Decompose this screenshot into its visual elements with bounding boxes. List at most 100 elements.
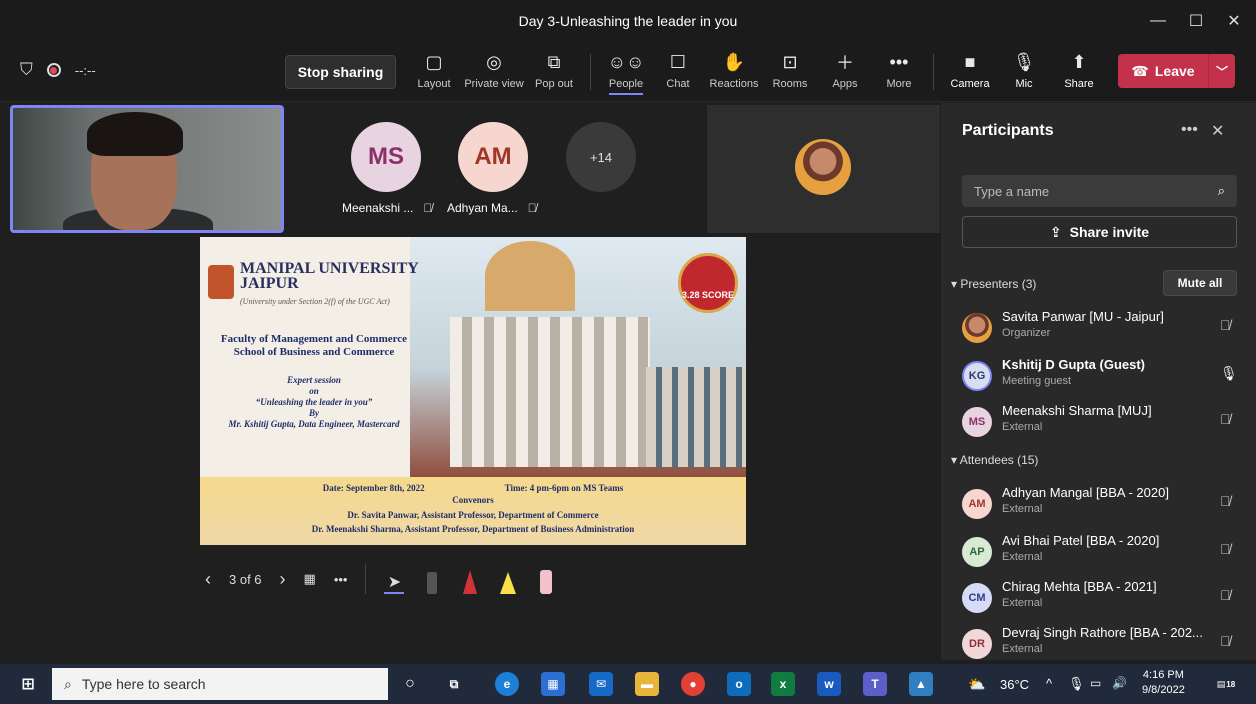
convenor-1: Dr. Savita Panwar, Assistant Professor, …: [347, 510, 599, 520]
university-building-image: 3.28 SCORE: [410, 237, 746, 477]
file-explorer-icon[interactable]: ▬: [635, 672, 659, 696]
participant-avatar-ms[interactable]: MS: [351, 122, 421, 192]
chevron-down-icon[interactable]: ﹀: [1209, 63, 1235, 80]
mic-icon: 🎙: [1220, 365, 1238, 381]
recording-icon: [46, 63, 61, 77]
camera-button[interactable]: ■ Camera: [950, 50, 990, 98]
more-button[interactable]: ••• More: [884, 50, 914, 98]
taskbar-search-input[interactable]: ⌕ Type here to search: [52, 668, 388, 700]
weather-temp[interactable]: 36°C: [1000, 677, 1029, 692]
teams-icon[interactable]: T: [863, 672, 887, 696]
share-invite-button[interactable]: ⇪ Share invite: [962, 216, 1237, 248]
private-view-button[interactable]: ◎ Private view: [464, 50, 524, 98]
more-icon: •••: [889, 51, 909, 72]
clock[interactable]: 4:16 PM 9/8/2022: [1142, 668, 1185, 698]
cortana-icon[interactable]: ○: [398, 672, 422, 696]
participant-row[interactable]: KG Kshitij D Gupta (Guest) Meeting guest…: [962, 357, 1242, 397]
participant-row[interactable]: Savita Panwar [MU - Jaipur] Organizer 🎙̸: [962, 309, 1242, 349]
mic-off-icon: 🎙: [1012, 51, 1036, 72]
chat-button[interactable]: ☐ Chat: [664, 50, 692, 98]
mute-all-button[interactable]: Mute all: [1163, 270, 1237, 296]
pointer-icon[interactable]: ➤: [384, 564, 405, 594]
building-wing: [646, 367, 746, 467]
red-pen-icon[interactable]: [460, 564, 480, 594]
network-icon[interactable]: ▭: [1090, 676, 1101, 690]
event-date: Date: September 8th, 2022: [322, 483, 425, 493]
convenors-heading: Convenors: [452, 495, 494, 505]
participant-row[interactable]: AP Avi Bhai Patel [BBA - 2020] External …: [962, 533, 1242, 573]
slide-grid-icon[interactable]: ▦: [304, 571, 316, 587]
chrome-icon[interactable]: ●: [681, 672, 705, 696]
mic-off-icon: 🎙̸: [1220, 493, 1231, 509]
rooms-button[interactable]: ⊡ Rooms: [772, 50, 808, 98]
attendees-section-header[interactable]: ▾ Attendees (15): [951, 453, 1038, 467]
meeting-timer: --:--: [74, 62, 96, 78]
stop-sharing-button[interactable]: Stop sharing: [285, 55, 396, 89]
notifications-icon[interactable]: ▤ 18: [1214, 672, 1238, 696]
close-icon[interactable]: ✕: [1211, 121, 1224, 141]
eraser-icon[interactable]: [536, 564, 556, 594]
leave-main[interactable]: ☎ Leave: [1118, 54, 1209, 88]
participant-row[interactable]: MS Meenakshi Sharma [MUJ] External 🎙̸: [962, 403, 1242, 443]
chevron-left-icon[interactable]: ‹: [205, 569, 211, 590]
meeting-toolbar: ⛉ --:-- Stop sharing ▢ Layout ◎ Private …: [0, 42, 1256, 102]
layout-button[interactable]: ▢ Layout: [415, 50, 453, 98]
apps-button[interactable]: ＋ Apps: [830, 50, 860, 98]
avatar: CM: [962, 583, 992, 613]
task-view-icon[interactable]: ⧉: [442, 672, 466, 696]
volume-icon[interactable]: 🔊: [1112, 676, 1127, 690]
word-icon[interactable]: w: [817, 672, 841, 696]
more-icon[interactable]: •••: [1181, 121, 1198, 139]
highlighter-icon[interactable]: [498, 564, 518, 594]
participant-row[interactable]: AM Adhyan Mangal [BBA - 2020] External 🎙…: [962, 485, 1242, 525]
more-icon[interactable]: •••: [334, 572, 348, 587]
presenter-video-tile[interactable]: [707, 105, 940, 233]
self-video-tile[interactable]: [10, 105, 284, 233]
slide-controls: ‹ 3 of 6 › ▦ ••• ➤: [205, 556, 556, 602]
participant-row[interactable]: CM Chirag Mehta [BBA - 2021] External 🎙̸: [962, 579, 1242, 619]
participants-panel: Participants ••• ✕ Type a name ⌕ ⇪ Share…: [941, 103, 1256, 660]
shield-icon: ⛉: [20, 60, 33, 79]
title-bar: Day 3-Unleashing the leader in you — ☐ ✕: [0, 0, 1256, 42]
weather-icon[interactable]: ⛅: [968, 676, 985, 693]
people-button[interactable]: ☺☺ People: [606, 50, 646, 98]
mic-off-icon: 🎙̸: [1220, 317, 1231, 333]
leave-button[interactable]: ☎ Leave ﹀: [1118, 54, 1235, 88]
tray-mic-icon[interactable]: 🎙: [1068, 676, 1085, 692]
slide-footer: Date: September 8th, 2022 Time: 4 pm-6pm…: [200, 477, 746, 545]
windows-start-icon[interactable]: ⊞: [16, 672, 40, 696]
participant-search-input[interactable]: Type a name ⌕: [962, 175, 1237, 207]
avatar: DR: [962, 629, 992, 659]
minimize-icon[interactable]: —: [1138, 0, 1178, 42]
maximize-icon[interactable]: ☐: [1176, 0, 1216, 42]
window-title: Day 3-Unleashing the leader in you: [518, 13, 738, 29]
share-icon: ⇪: [1049, 223, 1062, 240]
overflow-participants[interactable]: +14: [566, 122, 636, 192]
excel-icon[interactable]: x: [771, 672, 795, 696]
presenters-section-header[interactable]: ▾ Presenters (3): [951, 277, 1036, 291]
convenor-2: Dr. Meenakshi Sharma, Assistant Professo…: [311, 524, 635, 534]
edge-icon[interactable]: e: [495, 672, 519, 696]
avatar: AM: [962, 489, 992, 519]
tray-chevron-up-icon[interactable]: ^: [1046, 676, 1052, 691]
store-icon[interactable]: ▦: [541, 672, 565, 696]
participant-row[interactable]: DR Devraj Singh Rathore [BBA - 202... Ex…: [962, 625, 1242, 665]
event-time: Time: 4 pm-6pm on MS Teams: [504, 483, 624, 493]
mic-button[interactable]: 🎙 Mic: [1010, 50, 1038, 98]
mail-icon[interactable]: ✉: [589, 672, 613, 696]
participant-avatar-am[interactable]: AM: [458, 122, 528, 192]
presenter-avatar: [795, 139, 851, 195]
teams-meeting-window: Day 3-Unleashing the leader in you — ☐ ✕…: [0, 0, 1256, 704]
avatar: [962, 313, 992, 343]
chevron-right-icon[interactable]: ›: [280, 569, 286, 590]
pen-icon[interactable]: [422, 564, 442, 594]
share-button[interactable]: ⬆ Share: [1062, 50, 1096, 98]
close-icon[interactable]: ✕: [1214, 0, 1254, 42]
outlook-icon[interactable]: o: [727, 672, 751, 696]
meeting-status: ⛉ --:--: [20, 60, 96, 80]
photos-icon[interactable]: ▲: [909, 672, 933, 696]
pop-out-button[interactable]: ⧉ Pop out: [533, 50, 575, 98]
plus-icon: ＋: [836, 53, 854, 73]
reactions-button[interactable]: ✋ Reactions: [710, 50, 759, 98]
mic-off-icon: 🎙̸: [1220, 633, 1231, 649]
